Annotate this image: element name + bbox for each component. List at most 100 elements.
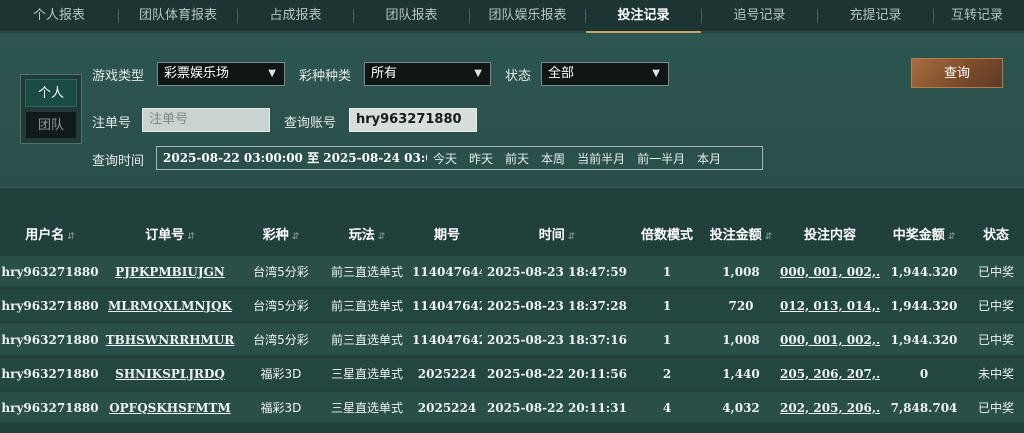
table-row: hry963271880 TBHSWNRRHMUR 台湾5分彩 前三直选单式 1…: [0, 324, 1024, 355]
quick-yesterday[interactable]: 昨天: [463, 150, 499, 167]
query-account-label: 查询账号: [284, 116, 337, 131]
query-account-input[interactable]: hry963271880: [349, 108, 477, 132]
header-label: 时间: [538, 227, 565, 243]
tab-team-entertainment-report[interactable]: 团队娱乐报表: [470, 0, 585, 32]
query-time-label: 查询时间: [92, 154, 145, 169]
cell-username: hry963271880: [1, 332, 99, 347]
query-button[interactable]: 查询: [911, 58, 1003, 88]
cell-username: hry963271880: [1, 298, 99, 313]
cell-issue: 2025224: [417, 366, 477, 381]
tab-team-report[interactable]: 团队报表: [354, 0, 469, 32]
bet-records-table: 用户名 ⇵ 订单号 ⇵ 彩种 ⇵ 玩法 ⇵ 期号 时间 ⇵ 倍数模式 投注金额 ⇵ 投注内容…: [0, 210, 1024, 426]
chevron-down-icon: ▼: [474, 68, 482, 79]
cell-bet-content-link[interactable]: 202, 205, 206,...: [780, 401, 880, 415]
status-select[interactable]: 全部 ▼: [541, 62, 669, 86]
header-order-number[interactable]: 订单号 ⇵: [100, 224, 240, 243]
sort-icon: ⇵: [187, 231, 195, 242]
cell-win-amount: 0: [919, 366, 929, 381]
cell-bet-content-link[interactable]: 000, 001, 002,...: [780, 333, 880, 347]
header-username[interactable]: 用户名 ⇵: [0, 224, 100, 243]
cell-time: 2025-08-23 18:37:16: [487, 332, 627, 347]
sort-icon: ⇵: [377, 231, 386, 242]
tab-transfer-records[interactable]: 互转记录: [934, 0, 1020, 32]
cell-bet-content-link[interactable]: 000, 001, 002,...: [780, 265, 880, 279]
cell-multiplier: 2: [662, 366, 672, 381]
cell-multiplier: 4: [662, 400, 672, 415]
cell-order-number-link[interactable]: SHNIKSPLJRDQ: [100, 367, 240, 381]
quick-this-week[interactable]: 本周: [535, 150, 571, 167]
game-type-value: 彩票娱乐场: [164, 66, 230, 81]
lottery-kind-value: 所有: [371, 66, 398, 81]
cell-time: 2025-08-23 18:47:59: [487, 264, 627, 279]
scope-team-button[interactable]: 团队: [25, 111, 77, 139]
cell-issue: 114047644: [412, 264, 482, 279]
cell-issue: 114047642: [412, 332, 482, 347]
tab-deposit-withdraw-records[interactable]: 充提记录: [818, 0, 933, 32]
header-label: 投注内容: [803, 227, 856, 243]
cell-play: 前三直选单式: [330, 299, 403, 313]
cell-order-number-link[interactable]: PJPKPMBIUJGN: [100, 265, 240, 279]
tab-share-report[interactable]: 占成报表: [238, 0, 353, 32]
table-row: hry963271880 MLRMQXLMNJQK 台湾5分彩 前三直选单式 1…: [0, 290, 1024, 321]
lottery-kind-select[interactable]: 所有 ▼: [364, 62, 491, 86]
table-row: hry963271880 OPFQSKHSFMTM 福彩3D 三星直选单式 20…: [0, 392, 1024, 423]
header-label: 状态: [982, 227, 1009, 243]
cell-win-amount: 1,944.320: [890, 332, 958, 347]
header-status: 状态: [968, 224, 1024, 243]
status-value: 全部: [548, 66, 575, 81]
cell-bet-content-link[interactable]: 205, 206, 207,...: [780, 367, 880, 381]
table-header: 用户名 ⇵ 订单号 ⇵ 彩种 ⇵ 玩法 ⇵ 期号 时间 ⇵ 倍数模式 投注金额 ⇵ 投注内容…: [0, 210, 1024, 256]
order-number-label: 注单号: [92, 116, 132, 131]
header-lottery[interactable]: 彩种 ⇵: [240, 224, 322, 243]
tab-team-sports-report[interactable]: 团队体育报表: [119, 0, 237, 32]
cell-play: 前三直选单式: [330, 265, 403, 279]
lottery-kind-label: 彩种种类: [299, 69, 352, 84]
tab-chase-records[interactable]: 追号记录: [702, 0, 817, 32]
sort-icon: ⇵: [291, 231, 300, 242]
quick-today[interactable]: 今天: [427, 150, 463, 167]
header-play[interactable]: 玩法 ⇵: [322, 224, 412, 243]
sort-icon: ⇵: [764, 231, 773, 242]
header-bet-content: 投注内容: [780, 224, 880, 243]
scope-personal-button[interactable]: 个人: [25, 79, 77, 107]
quick-previous-half-month[interactable]: 前一半月: [631, 150, 691, 167]
cell-order-number-link[interactable]: OPFQSKHSFMTM: [100, 401, 240, 415]
cell-multiplier: 1: [662, 332, 672, 347]
cell-bet-amount: 720: [728, 298, 754, 313]
cell-username: hry963271880: [1, 366, 99, 381]
cell-status: 已中奖: [977, 401, 1014, 415]
tab-personal-report[interactable]: 个人报表: [0, 0, 118, 32]
cell-time: 2025-08-22 20:11:56: [487, 366, 627, 381]
game-type-label: 游戏类型: [92, 69, 145, 84]
cell-lottery: 台湾5分彩: [253, 333, 309, 347]
header-label: 用户名: [25, 227, 65, 243]
cell-issue: 114047642: [412, 298, 482, 313]
cell-time: 2025-08-22 20:11:31: [487, 400, 627, 415]
game-type-select[interactable]: 彩票娱乐场 ▼: [157, 62, 285, 86]
header-time[interactable]: 时间 ⇵: [482, 224, 632, 243]
cell-time: 2025-08-23 18:37:28: [487, 298, 627, 313]
header-label: 期号: [433, 227, 460, 243]
cell-bet-content-link[interactable]: 012, 013, 014,...: [780, 299, 880, 313]
cell-order-number-link[interactable]: TBHSWNRRHMUR: [100, 333, 240, 347]
order-number-input[interactable]: 注单号: [142, 108, 270, 132]
quick-current-half-month[interactable]: 当前半月: [571, 150, 631, 167]
cell-win-amount: 7,848.704: [890, 400, 958, 415]
quick-this-month[interactable]: 本月: [691, 150, 727, 167]
sort-icon: ⇵: [947, 231, 956, 242]
date-range-input[interactable]: 2025-08-22 03:00:00 至 2025-08-24 03:00:0…: [157, 147, 427, 169]
cell-play: 三星直选单式: [330, 401, 403, 415]
sort-icon: ⇵: [67, 231, 75, 242]
tab-bet-records[interactable]: 投注记录: [586, 0, 701, 33]
scope-toggle: 个人 团队: [20, 74, 82, 144]
report-tabs: 个人报表 团队体育报表 占成报表 团队报表 团队娱乐报表 投注记录 追号记录 充…: [0, 0, 1024, 33]
cell-multiplier: 1: [662, 298, 672, 313]
header-bet-amount[interactable]: 投注金额 ⇵: [702, 224, 780, 243]
header-win-amount[interactable]: 中奖金额 ⇵: [880, 224, 968, 243]
quick-day-before[interactable]: 前天: [499, 150, 535, 167]
cell-order-number-link[interactable]: MLRMQXLMNJQK: [100, 299, 240, 313]
sort-icon: ⇵: [567, 231, 576, 242]
cell-status: 已中奖: [977, 333, 1014, 347]
cell-win-amount: 1,944.320: [890, 264, 958, 279]
cell-win-amount: 1,944.320: [890, 298, 958, 313]
